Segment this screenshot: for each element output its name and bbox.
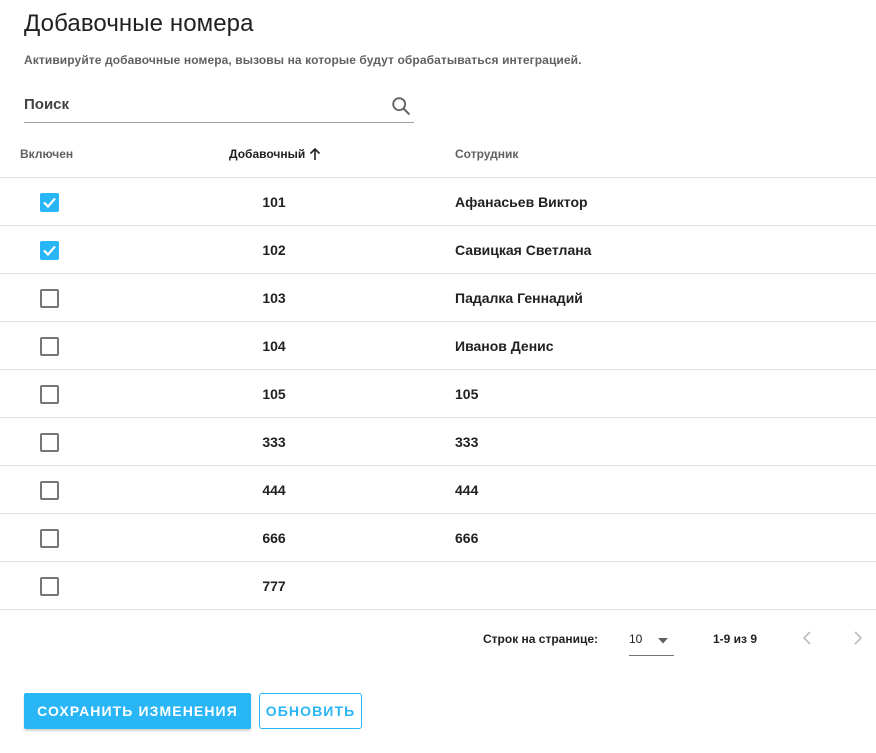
extension-cell: 104 [262,338,286,354]
column-header-extension-label: Добавочный [229,147,306,161]
extension-cell: 777 [262,578,286,594]
employee-cell: Падалка Геннадий [455,290,583,306]
extension-cell: 666 [262,530,286,546]
checkmark-icon [43,197,56,209]
extensions-table: Включен Добавочный Сотрудник 101 Афанасье… [0,130,876,610]
table-row: 333 333 [0,418,876,466]
extension-cell: 102 [262,242,286,258]
table-row: 105 105 [0,370,876,418]
table-pagination: Строк на странице: 10 1-9 из 9 [0,612,876,668]
search-icon[interactable] [390,95,412,117]
column-header-extension[interactable]: Добавочный [229,147,322,161]
chevron-left-icon[interactable] [800,630,816,646]
rows-per-page-value: 10 [629,632,643,646]
table-row: 101 Афанасьев Виктор [0,178,876,226]
employee-cell: Афанасьев Виктор [455,194,588,210]
enabled-checkbox[interactable] [40,529,59,548]
enabled-checkbox[interactable] [40,481,59,500]
employee-cell: 666 [455,530,479,546]
rows-per-page-label: Строк на странице: [483,632,599,646]
search-input[interactable] [24,94,374,116]
page-subtitle: Активируйте добавочные номера, вызовы на… [24,53,582,67]
extension-cell: 333 [262,434,286,450]
arrow-up-icon [310,147,321,160]
column-header-enabled: Включен [20,147,74,161]
table-body: 101 Афанасьев Виктор 102 Савицкая Светлана 1… [0,178,876,610]
table-row: 666 666 [0,514,876,562]
rows-per-page-select[interactable]: 10 [629,626,674,656]
refresh-button[interactable]: ОБНОВИТЬ [259,693,362,729]
employee-cell: 444 [455,482,479,498]
table-header: Включен Добавочный Сотрудник [0,130,876,178]
table-row: 777 [0,562,876,610]
page-title: Добавочные номера [24,10,254,37]
enabled-checkbox[interactable] [40,385,59,404]
table-row: 104 Иванов Денис [0,322,876,370]
checkmark-icon [43,245,56,257]
pagination-range: 1-9 из 9 [713,632,758,646]
chevron-right-icon[interactable] [849,630,865,646]
search-field [24,88,414,123]
extension-cell: 105 [262,386,286,402]
enabled-checkbox[interactable] [40,577,59,596]
table-row: 102 Савицкая Светлана [0,226,876,274]
enabled-checkbox[interactable] [40,193,59,212]
table-row: 103 Падалка Геннадий [0,274,876,322]
extension-cell: 101 [262,194,286,210]
column-header-employee: Сотрудник [455,147,519,161]
enabled-checkbox[interactable] [40,289,59,308]
enabled-checkbox[interactable] [40,337,59,356]
employee-cell: 105 [455,386,479,402]
caret-down-icon [658,638,668,644]
extension-cell: 103 [262,290,286,306]
employee-cell: 333 [455,434,479,450]
extensions-page: Добавочные номера Активируйте добавочные… [0,0,876,753]
enabled-checkbox[interactable] [40,433,59,452]
employee-cell: Савицкая Светлана [455,242,592,258]
extension-cell: 444 [262,482,286,498]
table-row: 444 444 [0,466,876,514]
enabled-checkbox[interactable] [40,241,59,260]
save-changes-button[interactable]: СОХРАНИТЬ ИЗМЕНЕНИЯ [24,693,251,729]
employee-cell: Иванов Денис [455,338,554,354]
